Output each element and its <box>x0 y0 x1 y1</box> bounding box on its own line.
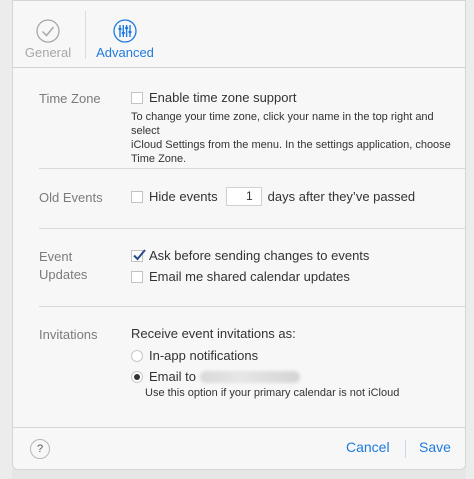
old-events-option: Hide events 1 days after they’ve passed <box>131 187 415 206</box>
time-zone-checkbox-label: Enable time zone support <box>149 90 297 105</box>
ask-before-sending-option[interactable]: Ask before sending changes to events <box>131 248 369 263</box>
tab-advanced-label: Advanced <box>96 45 154 60</box>
invitations-label: Invitations <box>39 327 98 342</box>
in-app-notifications-option[interactable]: In-app notifications <box>131 348 258 363</box>
save-button[interactable]: Save <box>419 439 451 455</box>
invitations-prompt-text: Receive event invitations as: <box>131 326 296 341</box>
email-shared-updates-checkbox[interactable] <box>131 270 143 283</box>
section-divider <box>39 168 465 169</box>
blurred-email-address <box>199 370 300 383</box>
background-right <box>466 0 474 479</box>
old-events-label: Old Events <box>39 190 103 205</box>
section-divider <box>39 228 465 229</box>
time-zone-help: To change your time zone, click your nam… <box>131 110 461 166</box>
button-divider <box>405 440 406 458</box>
tab-general[interactable]: General <box>13 1 83 68</box>
cancel-button[interactable]: Cancel <box>346 439 390 455</box>
days-input[interactable]: 1 <box>225 187 262 206</box>
toolbar-divider <box>85 11 86 59</box>
background-left <box>0 0 12 479</box>
email-to-radio[interactable] <box>131 370 143 383</box>
ask-before-sending-label: Ask before sending changes to events <box>149 248 370 263</box>
ask-before-sending-checkbox[interactable] <box>131 248 146 262</box>
checkmark-circle-icon <box>36 19 60 43</box>
email-option-note: Use this option if your primary calendar… <box>145 387 400 399</box>
event-updates-label-line: Updates <box>39 267 88 282</box>
preferences-dialog: General Advanced Time Zone Enable time z… <box>12 0 466 470</box>
invitations-prompt: Receive event invitations as: <box>131 326 296 341</box>
checkmark-icon <box>133 248 146 260</box>
preferences-toolbar: General Advanced <box>13 1 465 68</box>
time-zone-checkbox[interactable] <box>131 91 143 104</box>
hide-events-label: Hide events <box>149 189 218 204</box>
email-shared-updates-label: Email me shared calendar updates <box>149 269 350 284</box>
section-divider <box>39 306 465 307</box>
time-zone-help-line: iCloud Settings from the menu. In the se… <box>131 139 451 151</box>
tab-advanced[interactable]: Advanced <box>90 1 160 68</box>
time-zone-help-line: To change your time zone, click your nam… <box>131 111 434 137</box>
tab-general-label: General <box>24 45 72 60</box>
time-zone-help-line: Time Zone. <box>131 153 187 165</box>
time-zone-option[interactable]: Enable time zone support <box>131 90 296 105</box>
dialog-footer: ? Cancel Save <box>13 427 465 469</box>
in-app-notifications-label: In-app notifications <box>149 348 259 363</box>
preferences-content: Time Zone Enable time zone support To ch… <box>13 68 465 427</box>
hide-events-checkbox[interactable] <box>131 190 143 203</box>
days-suffix-label: days after they’ve passed <box>267 189 416 204</box>
sliders-icon <box>113 19 137 43</box>
in-app-notifications-radio[interactable] <box>131 349 143 362</box>
email-to-label: Email to <box>149 369 196 384</box>
radio-selected-dot <box>134 373 140 380</box>
email-to-option[interactable]: Email to <box>131 369 300 384</box>
event-updates-label-line: Event <box>39 249 73 264</box>
event-updates-label: Event Updates <box>39 248 129 284</box>
email-shared-updates-option[interactable]: Email me shared calendar updates <box>131 269 350 284</box>
time-zone-label: Time Zone <box>39 91 101 106</box>
help-button[interactable]: ? <box>30 439 50 459</box>
